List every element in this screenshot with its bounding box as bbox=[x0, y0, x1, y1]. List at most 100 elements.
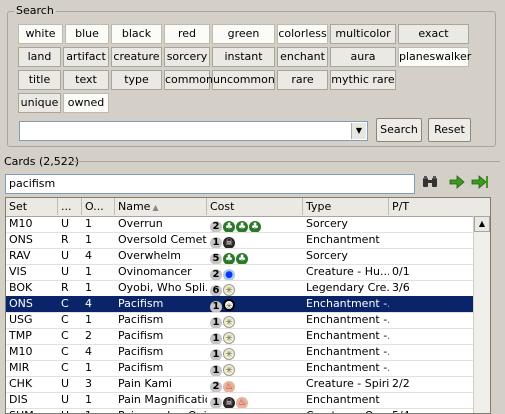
filter-toggle-aura[interactable]: aura bbox=[330, 47, 396, 67]
cell-rarity: C bbox=[61, 313, 69, 326]
column-header-pt[interactable]: P/T bbox=[389, 198, 475, 215]
table-row[interactable]: M10 U 1 Overrun 2 ♣ ♣ ♣ Sorcery bbox=[6, 216, 475, 233]
filter-toggle-unique[interactable]: unique bbox=[18, 93, 61, 113]
generic-mana-symbol: 1 bbox=[210, 333, 222, 344]
mana-R-icon: ♨ bbox=[236, 397, 248, 408]
filter-toggle-text[interactable]: text bbox=[63, 70, 109, 90]
cell-owned: 1 bbox=[85, 217, 92, 230]
table-row[interactable]: M10 C 4 Pacifism 1 ✳ Enchantment -... bbox=[6, 344, 475, 361]
filter-toggle-planeswalker[interactable]: planeswalker bbox=[398, 47, 471, 67]
binoculars-icon[interactable] bbox=[421, 175, 439, 193]
filter-toggle-type[interactable]: type bbox=[111, 70, 162, 90]
cell-rarity: U bbox=[58, 408, 82, 413]
filter-toggle-instant[interactable]: instant bbox=[212, 47, 275, 67]
reset-button[interactable]: Reset bbox=[428, 118, 471, 142]
table-row[interactable]: SHMU1Painwracker Oni...3☠☠Creature - Ogr… bbox=[6, 408, 475, 413]
cell-name: Painwracker Oni... bbox=[115, 408, 207, 413]
filter-toggle-land[interactable]: land bbox=[18, 47, 61, 67]
column-header-type[interactable]: Type bbox=[303, 198, 389, 215]
vertical-scrollbar[interactable]: ▲ bbox=[473, 216, 490, 413]
header-corner bbox=[474, 198, 490, 217]
cell-owned: 3 bbox=[85, 377, 92, 390]
cell-cost: 6 ✳ bbox=[207, 280, 303, 296]
mana-W-icon: ✳ bbox=[223, 364, 235, 376]
cell-type: Enchantment -... bbox=[306, 297, 389, 310]
double-arrow-right-icon[interactable] bbox=[471, 175, 489, 193]
cell-type: Creature - Ogre... bbox=[303, 408, 389, 413]
cell-rarity: U bbox=[61, 393, 70, 406]
filter-toggle-black[interactable]: black bbox=[111, 24, 162, 44]
cell-cost: 1 ✳ bbox=[207, 296, 303, 312]
cell-cost: 1 ☠ ♨ bbox=[207, 392, 303, 408]
card-filter-input[interactable]: pacifism bbox=[5, 174, 415, 194]
table-row[interactable]: MIR C 1 Pacifism 1 ✳ Enchantment -... bbox=[6, 360, 475, 377]
cell-owned: 1 bbox=[85, 281, 92, 294]
filter-toggle-exact[interactable]: exact bbox=[398, 24, 469, 44]
cell-owned: 4 bbox=[85, 297, 92, 310]
column-header-set[interactable]: Set bbox=[6, 198, 58, 215]
cell-cost: 1 ✳ bbox=[207, 344, 303, 360]
cell-name: Oyobi, Who Spli... bbox=[118, 281, 207, 294]
cell-rarity: U bbox=[61, 217, 70, 230]
column-header-cost[interactable]: Cost bbox=[207, 198, 303, 215]
filter-toggle-artifact[interactable]: artifact bbox=[63, 47, 109, 67]
table-row[interactable]: ONS C 4 Pacifism 1 ✳ Enchantment -... bbox=[6, 296, 475, 313]
cell-rarity: U bbox=[61, 377, 70, 390]
cell-name: Pain Kami bbox=[118, 377, 172, 390]
filter-toggle-creature[interactable]: creature bbox=[111, 47, 162, 67]
filter-toggle-owned[interactable]: owned bbox=[63, 93, 109, 113]
generic-mana-symbol: 1 bbox=[210, 349, 222, 360]
cell-cost: 2 ● bbox=[207, 264, 303, 280]
table-row[interactable]: TMP C 2 Pacifism 1 ✳ Enchantment -... bbox=[6, 328, 475, 345]
generic-mana-symbol: 1 bbox=[210, 237, 222, 248]
filter-toggle-sorcery[interactable]: sorcery bbox=[164, 47, 210, 67]
table-row[interactable]: CHK U 3 Pain Kami 2 ♨ Creature - Spirit 2/2 bbox=[6, 376, 475, 393]
table-row[interactable]: DISU1Pain Magnification1☠♨Enchantment bbox=[6, 392, 475, 409]
cell-type: Enchantment bbox=[306, 233, 380, 246]
filter-toggle-blue[interactable]: blue bbox=[65, 24, 109, 44]
filter-toggle-colorless[interactable]: colorless bbox=[277, 24, 328, 44]
filter-toggle-green[interactable]: green bbox=[212, 24, 275, 44]
search-button[interactable]: Search bbox=[376, 118, 422, 142]
filter-toggle-enchant[interactable]: enchant bbox=[277, 47, 328, 67]
cell-set: ONS bbox=[9, 233, 33, 246]
filter-toggle-white[interactable]: white bbox=[18, 24, 63, 44]
table-row[interactable]: VIS U 1 Ovinomancer 2 ● Creature - Hu... 0/1 bbox=[6, 264, 475, 281]
cell-set: BOK bbox=[9, 281, 33, 294]
mana-W-icon: ✳ bbox=[223, 284, 235, 296]
cell-owned: 1 bbox=[85, 313, 92, 326]
mana-W-icon: ✳ bbox=[223, 299, 235, 312]
table-row[interactable]: RAV U 4 Overwhelm 5 ♣ ♣ Sorcery bbox=[6, 248, 475, 265]
cell-rarity: C bbox=[61, 361, 69, 374]
column-header-label: Name bbox=[118, 200, 151, 213]
filter-toggle-title[interactable]: title bbox=[18, 70, 61, 90]
column-header-label: Cost bbox=[210, 200, 235, 213]
column-header-rarity[interactable]: ... bbox=[58, 198, 82, 215]
cell-set: USG bbox=[9, 313, 33, 326]
column-header-owned[interactable]: O... bbox=[82, 198, 115, 215]
cell-pt: 0/1 bbox=[392, 265, 410, 278]
table-row[interactable]: ONSR1Oversold Cemet...1☠Enchantment bbox=[6, 232, 475, 249]
mana-G-icon: ♣ bbox=[236, 221, 248, 232]
column-header-name[interactable]: Name ▲ bbox=[115, 198, 207, 215]
filter-toggle-uncommon[interactable]: uncommon bbox=[212, 70, 275, 90]
search-query-combo[interactable]: ▼ bbox=[19, 121, 368, 141]
scroll-up-arrow[interactable]: ▲ bbox=[474, 216, 490, 232]
filter-toggle-mythic-rare[interactable]: mythic rare bbox=[330, 70, 396, 90]
table-row[interactable]: BOK R 1 Oyobi, Who Spli... 6 ✳ Legendary Cre..… bbox=[6, 280, 475, 297]
combo-dropdown-arrow[interactable]: ▼ bbox=[351, 123, 366, 139]
cell-cost: 1 ☠ bbox=[207, 232, 303, 248]
mana-R-icon: ♨ bbox=[223, 381, 235, 392]
column-header-label: Set bbox=[9, 200, 28, 213]
cell-rarity: U bbox=[61, 249, 70, 262]
cell-name: Overwhelm bbox=[118, 249, 181, 262]
arrow-right-icon[interactable] bbox=[448, 175, 466, 193]
generic-mana-symbol: 6 bbox=[210, 285, 222, 296]
filter-toggle-rare[interactable]: rare bbox=[277, 70, 328, 90]
table-row[interactable]: USG C 1 Pacifism 1 ✳ Enchantment -... bbox=[6, 312, 475, 329]
cell-pt bbox=[389, 232, 475, 248]
filter-toggle-red[interactable]: red bbox=[164, 24, 210, 44]
filter-toggle-multicolor[interactable]: multicolor bbox=[330, 24, 396, 44]
search-legend: Search bbox=[14, 4, 56, 17]
filter-toggle-common[interactable]: common bbox=[164, 70, 213, 90]
